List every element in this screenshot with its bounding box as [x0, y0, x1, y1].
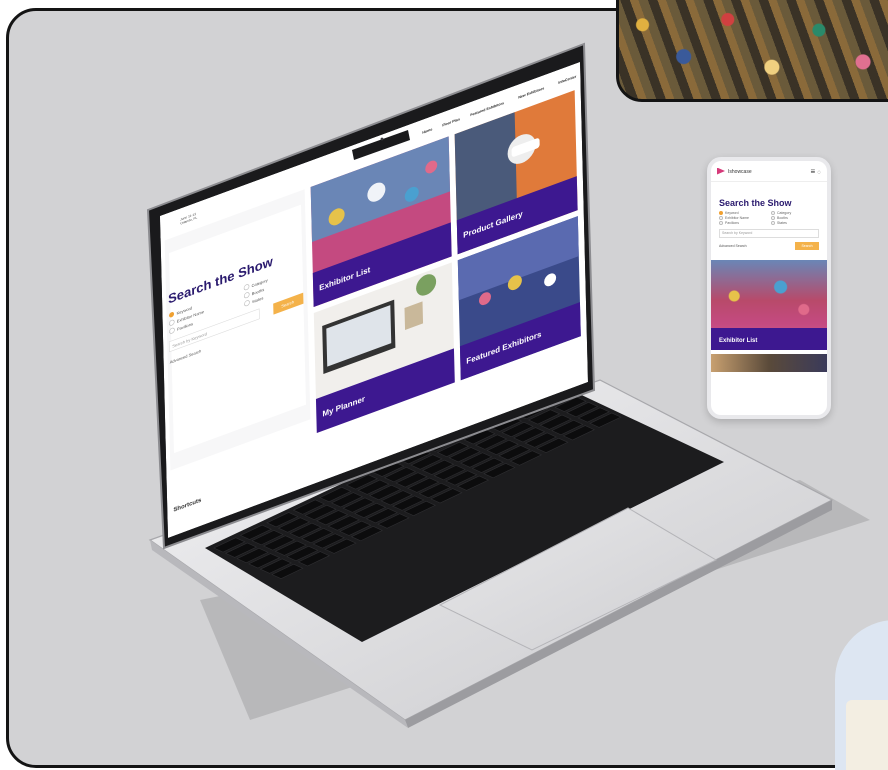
radio-icon	[771, 211, 775, 215]
camera-icon	[380, 137, 384, 141]
mobile-option-keyword[interactable]: Keyword	[719, 211, 767, 215]
mobile-option-category[interactable]: Category	[771, 211, 819, 215]
mobile-option-label: Exhibitor Name	[725, 216, 749, 220]
mobile-header: Ishowcase ≡ ◌	[711, 161, 827, 182]
hamburger-menu-icon[interactable]: ≡	[811, 167, 816, 176]
mobile-option-label: Pavilions	[725, 221, 740, 225]
mobile-search-button[interactable]: Search	[795, 242, 819, 250]
mobile-option-label: States	[777, 221, 787, 225]
mobile-option-label: Keyword	[725, 211, 739, 215]
radio-icon	[771, 221, 775, 225]
mobile-search-options: Keyword Category Exhibitor Name Booths P…	[715, 211, 823, 225]
bell-icon[interactable]: ◌	[817, 170, 821, 176]
mobile-search-card: Search the Show Keyword Category Exhibit…	[715, 192, 823, 254]
mobile-search-actions: Advanced Search Search	[715, 242, 823, 254]
mobile-mockup: Ishowcase ≡ ◌ Search the Show Keyword Ca…	[707, 157, 831, 419]
radio-icon	[719, 216, 723, 220]
logo-icon	[717, 167, 725, 175]
decorative-card	[846, 700, 888, 770]
mobile-tile-exhibitor-list[interactable]: Exhibitor List	[711, 260, 827, 350]
radio-icon	[771, 216, 775, 220]
mobile-header-actions: ≡ ◌	[811, 167, 821, 176]
mobile-search-title: Search the Show	[719, 198, 792, 208]
mobile-option-pavilions[interactable]: Pavilions	[719, 221, 767, 225]
mobile-brand[interactable]: Ishowcase	[717, 167, 752, 175]
mobile-option-label: Booths	[777, 216, 788, 220]
mobile-option-booths[interactable]: Booths	[771, 216, 819, 220]
mobile-next-tile[interactable]	[711, 354, 827, 372]
mobile-option-exhibitor-name[interactable]: Exhibitor Name	[719, 216, 767, 220]
mobile-advanced-search-link[interactable]: Advanced Search	[719, 244, 747, 248]
mobile-search-input[interactable]: Search by Keyword	[719, 229, 819, 238]
mobile-option-states[interactable]: States	[771, 221, 819, 225]
mobile-brand-label: Ishowcase	[728, 168, 752, 175]
mobile-tile-label: Exhibitor List	[711, 328, 827, 350]
radio-icon	[719, 211, 723, 215]
radio-icon	[719, 221, 723, 225]
mobile-option-label: Category	[777, 211, 792, 215]
